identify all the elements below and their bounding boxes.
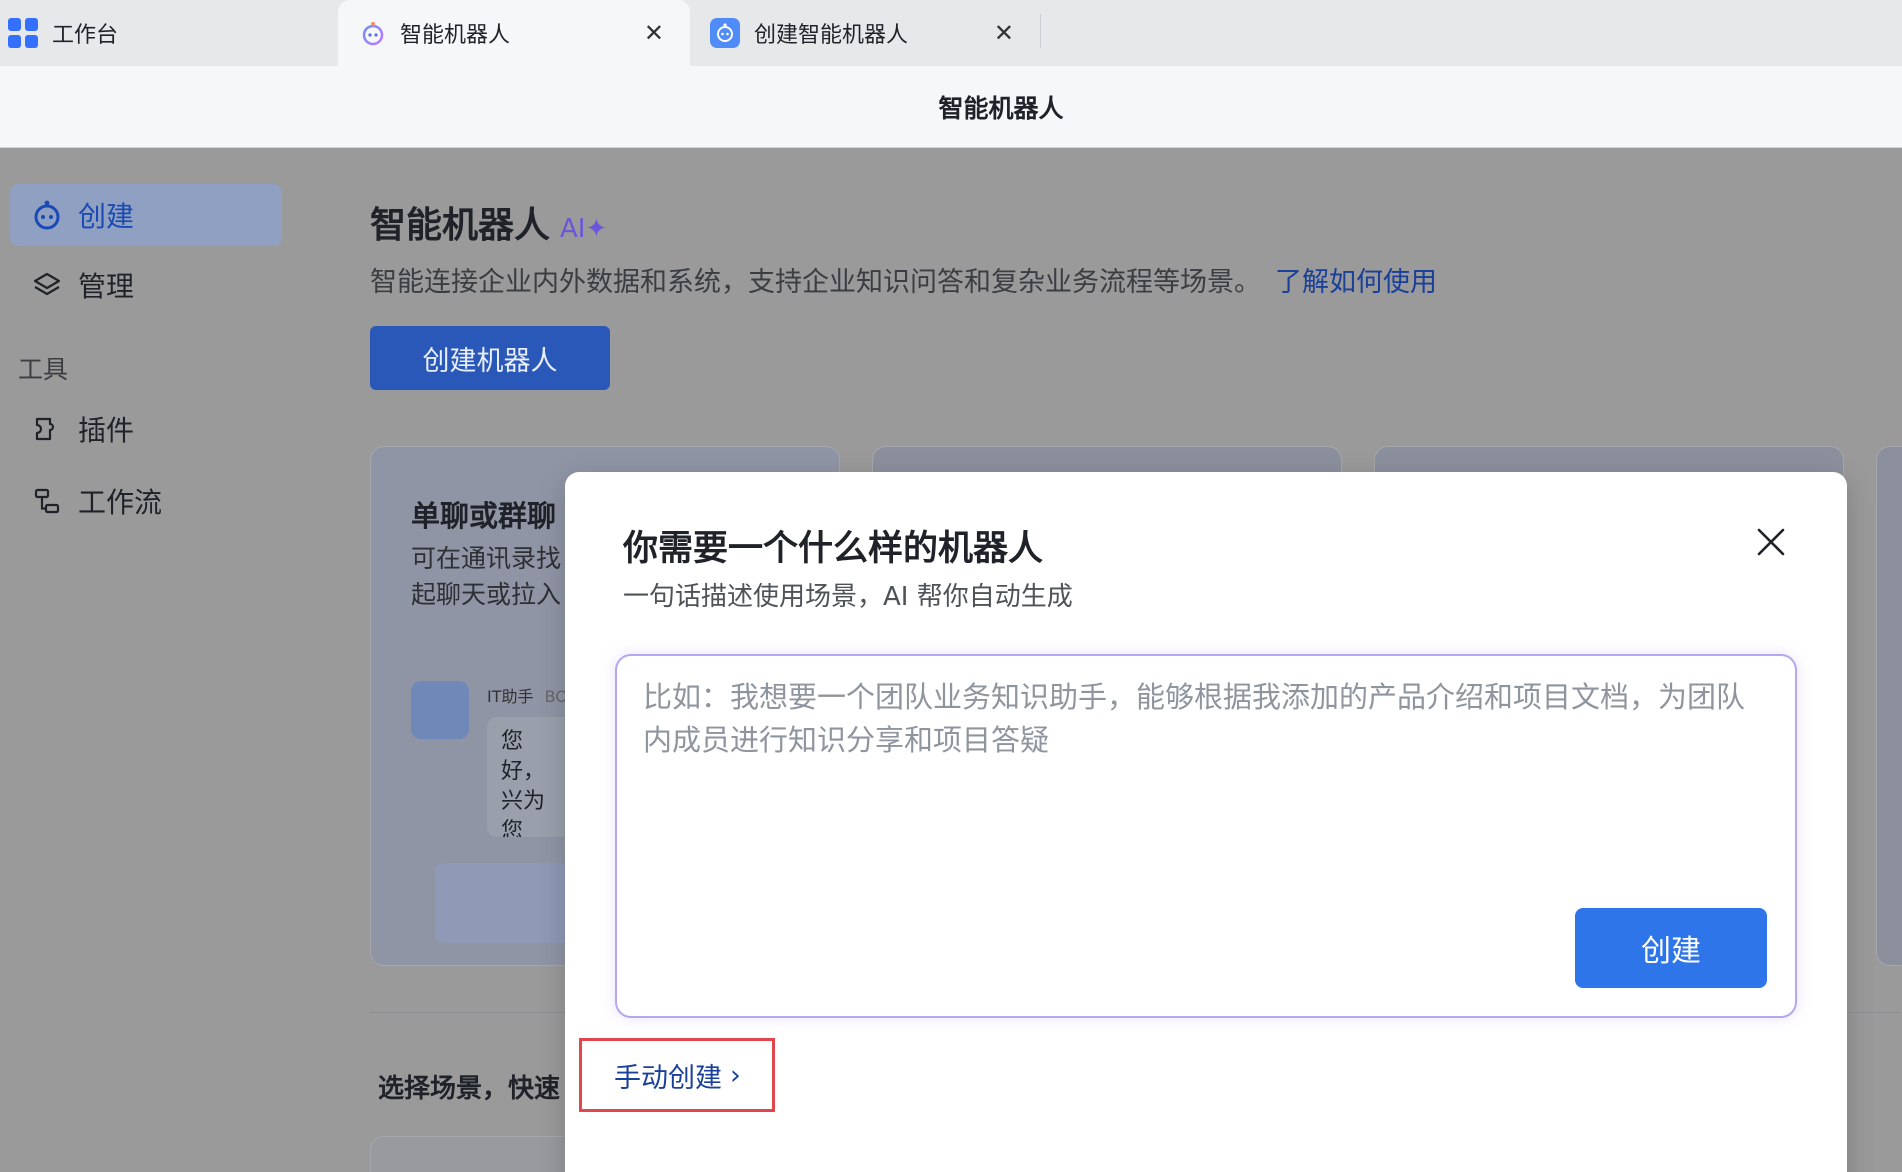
close-icon[interactable] xyxy=(1753,524,1789,560)
plugin-icon xyxy=(30,412,64,446)
template-card[interactable] xyxy=(1876,446,1902,966)
sidebar-item-plugin[interactable]: 插件 xyxy=(10,398,282,460)
bot-icon xyxy=(30,198,64,232)
sidebar-group-label: 工具 xyxy=(18,355,69,384)
tab-smart-bot[interactable]: 智能机器人 ✕ xyxy=(338,0,690,66)
sidebar-item-manage[interactable]: 管理 xyxy=(10,254,282,316)
bot-icon xyxy=(360,20,386,46)
main-description: 智能连接企业内外数据和系统，支持企业知识问答和复杂业务流程等场景。 了解如何使用 xyxy=(370,260,1437,299)
workflow-icon xyxy=(30,484,64,518)
dialog-subtitle: 一句话描述使用场景，AI 帮你自动生成 xyxy=(623,582,1073,612)
page-title: 智能机器人 xyxy=(938,93,1064,123)
bot-icon xyxy=(710,18,740,48)
tab-workspace[interactable]: 工作台 xyxy=(0,0,338,66)
ai-badge: AI✦ xyxy=(560,214,608,244)
chevron-right-icon: › xyxy=(730,1059,741,1091)
sidebar-item-label: 管理 xyxy=(78,270,135,303)
ai-create-button[interactable]: 创建 xyxy=(1575,908,1767,988)
learn-how-link[interactable]: 了解如何使用 xyxy=(1275,267,1437,298)
workspace-grid-icon xyxy=(8,18,38,48)
main-description-text: 智能连接企业内外数据和系统，支持企业知识问答和复杂业务流程等场景。 xyxy=(370,267,1261,298)
main-title-text: 智能机器人 xyxy=(370,205,551,246)
card-bot-name-text: IT助手 xyxy=(487,687,534,706)
close-icon[interactable]: ✕ xyxy=(644,19,664,47)
scene-section-title: 选择场景，快速 xyxy=(378,1074,561,1104)
sidebar-item-label: 工作流 xyxy=(78,486,163,519)
card-preview-bar xyxy=(435,863,575,943)
create-bot-dialog: 你需要一个什么样的机器人 一句话描述使用场景，AI 帮你自动生成 创建 手动创建… xyxy=(565,472,1847,1172)
tab-bar: 工作台 智能机器人 ✕ 创建智能机器人 ✕ xyxy=(0,0,1902,66)
tab-label: 工作台 xyxy=(52,23,119,48)
prompt-box: 创建 xyxy=(615,654,1797,1018)
chat-bubble: 您好，兴为您题。 xyxy=(487,717,577,837)
sidebar-item-workflow[interactable]: 工作流 xyxy=(10,470,282,532)
tab-create-smart-bot[interactable]: 创建智能机器人 ✕ xyxy=(700,0,1040,66)
manual-create-link[interactable]: 手动创建 › xyxy=(579,1038,775,1112)
bot-description-input[interactable] xyxy=(643,676,1773,906)
tab-label: 创建智能机器人 xyxy=(754,23,909,48)
card-title: 单聊或群聊 xyxy=(411,499,557,533)
manual-create-label: 手动创建 xyxy=(614,1062,722,1094)
main-title: 智能机器人 AI✦ xyxy=(370,196,607,248)
close-icon[interactable]: ✕ xyxy=(994,19,1014,47)
dialog-title: 你需要一个什么样的机器人 xyxy=(623,529,1044,569)
layers-icon xyxy=(30,268,64,302)
create-bot-button[interactable]: 创建机器人 xyxy=(370,326,610,390)
sidebar: 创建 管理 工具 插件 工作流 xyxy=(0,148,300,1172)
tab-label: 智能机器人 xyxy=(400,23,511,48)
card-bot-name: IT助手 BO xyxy=(487,683,568,707)
bot-avatar xyxy=(411,681,469,739)
page-header: 智能机器人 xyxy=(0,66,1902,148)
sidebar-item-label: 创建 xyxy=(78,200,135,233)
tab-separator xyxy=(1040,14,1041,48)
sidebar-item-label: 插件 xyxy=(78,414,135,447)
sidebar-item-create[interactable]: 创建 xyxy=(10,184,282,246)
card-description: 可在通讯录找起聊天或拉入 xyxy=(411,544,562,609)
